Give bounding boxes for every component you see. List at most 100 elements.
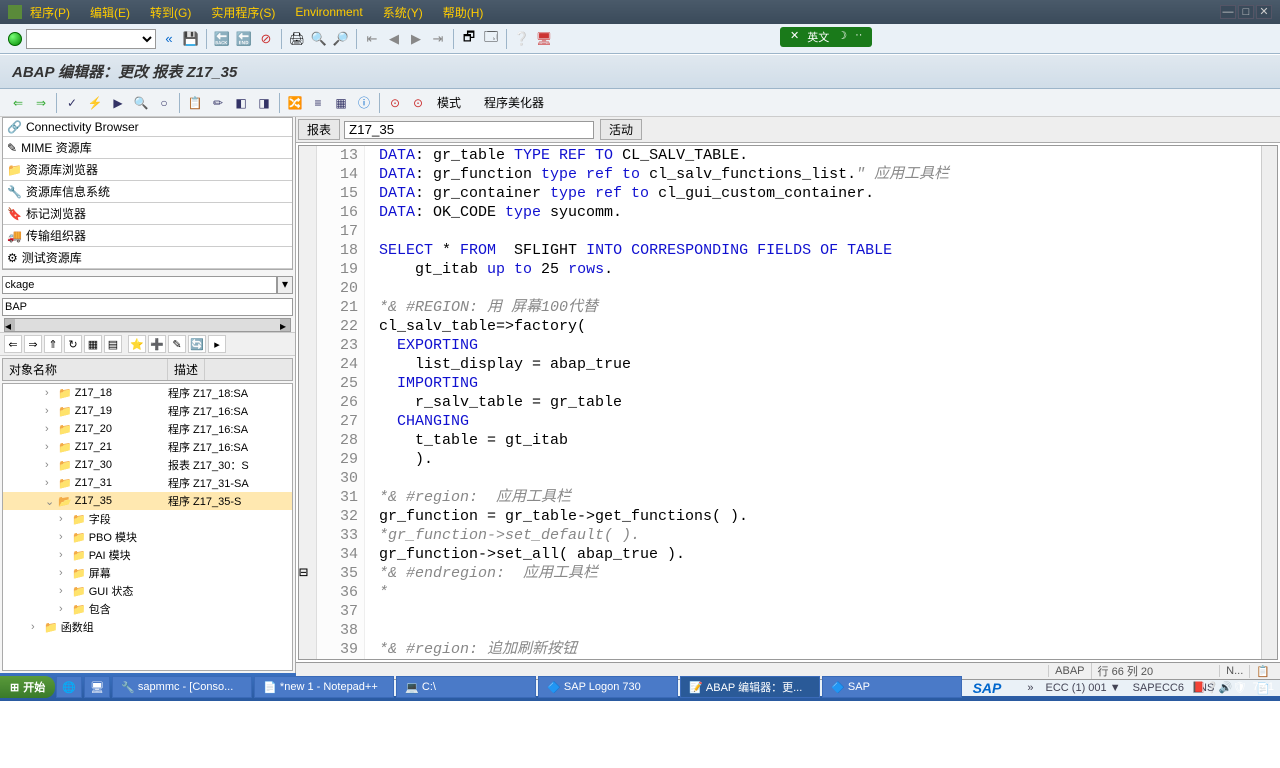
prev-page-icon[interactable]: ◀ bbox=[385, 30, 403, 48]
expand-icon[interactable]: › bbox=[45, 477, 55, 489]
shortcut-icon[interactable]: 🗔 bbox=[482, 30, 500, 48]
check-icon[interactable]: ✓ bbox=[62, 93, 82, 113]
taskbar-button[interactable]: 💻C:\ bbox=[396, 676, 536, 698]
pattern-icon[interactable]: ≡ bbox=[308, 93, 328, 113]
expand-icon[interactable]: › bbox=[59, 531, 69, 543]
back-icon[interactable]: 🔙 bbox=[213, 30, 231, 48]
breakpoint-icon[interactable]: ⊙ bbox=[385, 93, 405, 113]
tree-col-name[interactable]: 对象名称 bbox=[3, 359, 168, 380]
command-field[interactable] bbox=[26, 29, 156, 49]
status-icon[interactable]: 📋 bbox=[1249, 665, 1276, 678]
enhance-icon[interactable]: ◨ bbox=[254, 93, 274, 113]
expand-icon[interactable]: › bbox=[59, 549, 69, 561]
new-session-icon[interactable]: 🗗 bbox=[460, 30, 478, 48]
fullscreen-icon[interactable]: ▦ bbox=[331, 93, 351, 113]
ime-moon-icon[interactable]: ☽ bbox=[837, 29, 847, 45]
tree-row[interactable]: ›📁函数组 bbox=[3, 618, 292, 636]
tree-refresh-icon[interactable]: ↻ bbox=[64, 335, 82, 353]
beautify-label[interactable]: 程序美化器 bbox=[484, 94, 544, 111]
tree-row[interactable]: ›📁Z17_20程序 Z17_16:SA bbox=[3, 420, 292, 438]
exit-icon[interactable]: 🔚 bbox=[235, 30, 253, 48]
expand-icon[interactable]: › bbox=[59, 603, 69, 615]
tree-edit-icon[interactable]: ✎ bbox=[168, 335, 186, 353]
tray-icon-1[interactable]: 📕 bbox=[1192, 681, 1206, 694]
tray-icon-2[interactable]: ❔ bbox=[1205, 681, 1219, 694]
tree-row[interactable]: ›📁字段 bbox=[3, 510, 292, 528]
tree-row[interactable]: ›📁Z17_19程序 Z17_16:SA bbox=[3, 402, 292, 420]
tree-row[interactable]: ›📁GUI 状态 bbox=[3, 582, 292, 600]
menu-edit[interactable]: 编辑(E) bbox=[90, 4, 130, 21]
tree-refresh2-icon[interactable]: 🔄 bbox=[188, 335, 206, 353]
test-icon[interactable]: ▶ bbox=[108, 93, 128, 113]
tree-fav-icon[interactable]: ⭐ bbox=[128, 335, 146, 353]
activate-icon[interactable]: ⚡ bbox=[85, 93, 105, 113]
tree-fwd-icon[interactable]: ⇒ bbox=[24, 335, 42, 353]
quick-ie-icon[interactable]: 🌐 bbox=[56, 676, 82, 698]
tree-add-icon[interactable]: ➕ bbox=[148, 335, 166, 353]
inactive-icon[interactable]: ◧ bbox=[231, 93, 251, 113]
taskbar-button[interactable]: 📝ABAP 编辑器：更... bbox=[680, 676, 820, 698]
tray-icon-4[interactable]: 🛡 bbox=[1233, 681, 1247, 694]
tree-row[interactable]: ›📁Z17_30报表 Z17_30：S bbox=[3, 456, 292, 474]
enter-icon[interactable] bbox=[8, 32, 22, 46]
layout-icon[interactable]: 🖥 bbox=[535, 30, 553, 48]
ime-indicator[interactable]: ✕ 英文 ☽ ·· bbox=[780, 27, 872, 47]
ime-dots-icon[interactable]: ·· bbox=[855, 29, 862, 45]
expand-icon[interactable]: › bbox=[31, 621, 41, 633]
tree-row[interactable]: ›📁Z17_18程序 Z17_18:SA bbox=[3, 384, 292, 402]
tree-row[interactable]: ›📁Z17_31程序 Z17_31-SA bbox=[3, 474, 292, 492]
taskbar-button[interactable]: 🔧sapmmc - [Conso... bbox=[112, 676, 252, 698]
taskbar-button[interactable]: 🔷SAP Logon 730 bbox=[538, 676, 678, 698]
find-icon[interactable]: 🔍 bbox=[310, 30, 328, 48]
nav-item-1[interactable]: ✎MIME 资源库 bbox=[3, 137, 292, 159]
expand-icon[interactable]: › bbox=[45, 423, 55, 435]
menu-goto[interactable]: 转到(G) bbox=[150, 4, 191, 21]
tree-back-icon[interactable]: ⇐ bbox=[4, 335, 22, 353]
print-icon[interactable]: 🖨 bbox=[288, 30, 306, 48]
h-scrollbar[interactable]: ◂▸ bbox=[4, 318, 291, 332]
nav-item-5[interactable]: 🚚传输组织器 bbox=[3, 225, 292, 247]
expand-icon[interactable]: › bbox=[59, 567, 69, 579]
expand-icon[interactable]: ⌄ bbox=[45, 495, 55, 508]
report-name-field[interactable] bbox=[344, 121, 594, 139]
v-scrollbar[interactable] bbox=[1261, 146, 1277, 659]
nav-item-6[interactable]: ⚙测试资源库 bbox=[3, 247, 292, 269]
tree-col-desc[interactable]: 描述 bbox=[168, 359, 205, 380]
tree-row[interactable]: ›📁包含 bbox=[3, 600, 292, 618]
collapse-icon[interactable]: « bbox=[160, 30, 178, 48]
nav-item-0[interactable]: 🔗Connectivity Browser bbox=[3, 118, 292, 137]
close-button[interactable]: ✕ bbox=[1256, 5, 1272, 19]
expand-icon[interactable]: › bbox=[59, 585, 69, 597]
display-change-icon[interactable]: ✏ bbox=[208, 93, 228, 113]
filter-input-2[interactable] bbox=[2, 298, 293, 316]
tree-row[interactable]: ›📁PBO 模块 bbox=[3, 528, 292, 546]
expand-icon[interactable]: › bbox=[45, 441, 55, 453]
mode-label[interactable]: 模式 bbox=[437, 94, 461, 111]
find-next-icon[interactable]: 🔎 bbox=[332, 30, 350, 48]
expand-icon[interactable]: › bbox=[59, 513, 69, 525]
tree-row[interactable]: ›📁屏幕 bbox=[3, 564, 292, 582]
menu-program[interactable]: 程序(P) bbox=[30, 4, 70, 21]
next-page-icon[interactable]: ▶ bbox=[407, 30, 425, 48]
menu-environment[interactable]: Environment bbox=[295, 5, 362, 19]
tree-row[interactable]: ⌄📂Z17_35程序 Z17_35-S bbox=[3, 492, 292, 510]
tree-collapse-icon[interactable]: ▤ bbox=[104, 335, 122, 353]
tree-more-icon[interactable]: ▸ bbox=[208, 335, 226, 353]
tree-row[interactable]: ›📁Z17_21程序 Z17_16:SA bbox=[3, 438, 292, 456]
expand-icon[interactable]: › bbox=[45, 387, 55, 399]
minimize-button[interactable]: — bbox=[1220, 5, 1236, 19]
tree-row[interactable]: ›📁PAI 模块 bbox=[3, 546, 292, 564]
nav-item-4[interactable]: 🔖标记浏览器 bbox=[3, 203, 292, 225]
filter-input-1[interactable] bbox=[2, 276, 277, 294]
menu-utilities[interactable]: 实用程序(S) bbox=[211, 4, 275, 21]
menu-help[interactable]: 帮助(H) bbox=[443, 4, 484, 21]
other-object-icon[interactable]: 📋 bbox=[185, 93, 205, 113]
quick-desktop-icon[interactable]: 🖥 bbox=[84, 676, 110, 698]
object-tree[interactable]: ›📁Z17_18程序 Z17_18:SA›📁Z17_19程序 Z17_16:SA… bbox=[2, 383, 293, 671]
where-used-icon[interactable]: 🔍 bbox=[131, 93, 151, 113]
filter-dropdown-icon[interactable]: ▾ bbox=[277, 276, 293, 294]
nav-fwd-icon[interactable]: ⇒ bbox=[31, 93, 51, 113]
tree-expand-icon[interactable]: ▦ bbox=[84, 335, 102, 353]
start-button[interactable]: ⊞ 开始 bbox=[0, 676, 55, 698]
code-editor[interactable]: ⊟ 13141516171819202122232425262728293031… bbox=[298, 145, 1278, 660]
